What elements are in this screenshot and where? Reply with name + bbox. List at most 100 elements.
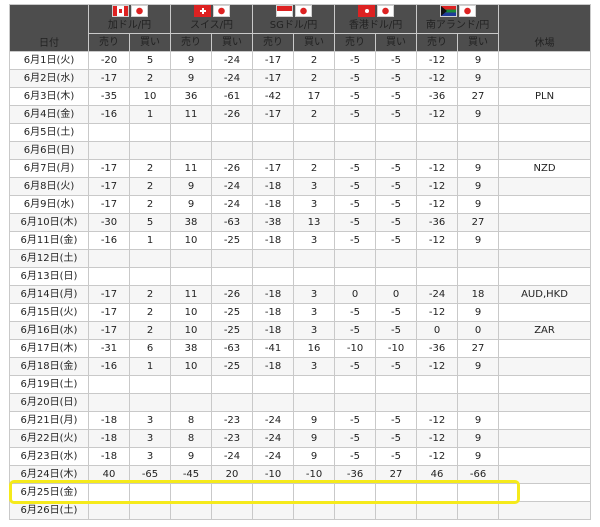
buy-value-cell bbox=[293, 393, 336, 412]
buy-value-cell: -26 bbox=[210, 159, 254, 178]
buy-value-cell: 2 bbox=[129, 303, 171, 322]
sell-value-cell: -36 bbox=[416, 87, 459, 106]
sell-value-cell: -17 bbox=[88, 69, 130, 88]
sell-value-cell: 11 bbox=[170, 285, 212, 304]
table-row: 6月18日(金) -16 1 10 -25 -18 3 -5 -5 -12 9 bbox=[9, 357, 592, 376]
buy-value-cell: 2 bbox=[293, 159, 336, 178]
buy-value-cell: -5 bbox=[375, 87, 418, 106]
currency-header-chf: スイス/円 bbox=[169, 4, 254, 34]
buy-header: 買い bbox=[210, 33, 254, 52]
table-row: 6月16日(水) -17 2 10 -25 -18 3 -5 -5 0 0 ZAR bbox=[9, 321, 592, 340]
sell-value-cell: -5 bbox=[334, 303, 377, 322]
buy-value-cell: -24 bbox=[210, 51, 254, 70]
buy-value-cell: 2 bbox=[293, 69, 336, 88]
sell-value-cell: -18 bbox=[252, 357, 295, 376]
sell-value-cell: -12 bbox=[416, 303, 459, 322]
buy-value-cell: 27 bbox=[457, 213, 500, 232]
buy-value-cell: 3 bbox=[129, 411, 171, 430]
sell-value-cell: 46 bbox=[416, 465, 459, 484]
buy-value-cell: -24 bbox=[210, 195, 254, 214]
date-column-header: 日付 bbox=[9, 4, 89, 52]
buy-value-cell: -66 bbox=[457, 465, 500, 484]
table-row: 6月26日(土) bbox=[9, 501, 592, 520]
buy-value-cell bbox=[375, 393, 418, 412]
sell-value-cell: -12 bbox=[416, 105, 459, 124]
sell-value-cell bbox=[252, 249, 295, 268]
buy-value-cell bbox=[129, 123, 171, 142]
date-cell: 6月1日(火) bbox=[9, 51, 89, 70]
buy-value-cell: 9 bbox=[457, 447, 500, 466]
buy-value-cell: 3 bbox=[129, 429, 171, 448]
sell-value-cell bbox=[170, 483, 212, 502]
table-row: 6月24日(木) 40 -65 -45 20 -10 -10 -36 27 46 -66 bbox=[9, 465, 592, 484]
sell-value-cell: -17 bbox=[252, 51, 295, 70]
buy-value-cell: 3 bbox=[293, 303, 336, 322]
sell-value-cell: -18 bbox=[252, 303, 295, 322]
sell-value-cell: 36 bbox=[170, 87, 212, 106]
currency-header-hkd: 香港ドル/円 bbox=[334, 4, 418, 34]
buy-value-cell: 2 bbox=[129, 321, 171, 340]
buy-value-cell bbox=[375, 123, 418, 142]
buy-value-cell: 9 bbox=[293, 429, 336, 448]
sell-header: 売り bbox=[334, 33, 377, 52]
sell-value-cell bbox=[334, 501, 377, 520]
table-row: 6月8日(火) -17 2 9 -24 -18 3 -5 -5 -12 9 bbox=[9, 177, 592, 196]
sell-value-cell bbox=[252, 501, 295, 520]
sell-value-cell: -35 bbox=[88, 87, 130, 106]
buy-value-cell: 16 bbox=[293, 339, 336, 358]
sell-value-cell: -5 bbox=[334, 195, 377, 214]
sell-value-cell: -5 bbox=[334, 51, 377, 70]
sell-value-cell: 11 bbox=[170, 159, 212, 178]
sell-value-cell bbox=[88, 123, 130, 142]
sell-value-cell: 9 bbox=[170, 195, 212, 214]
table-row: 6月2日(水) -17 2 9 -24 -17 2 -5 -5 -12 9 bbox=[9, 69, 592, 88]
table-row: 6月19日(土) bbox=[9, 375, 592, 394]
buy-value-cell: -23 bbox=[210, 411, 254, 430]
buy-value-cell bbox=[375, 501, 418, 520]
table-row: 6月5日(土) bbox=[9, 123, 592, 142]
sell-value-cell: -5 bbox=[334, 69, 377, 88]
buy-header: 買い bbox=[293, 33, 336, 52]
sell-value-cell: -16 bbox=[88, 357, 130, 376]
sell-value-cell: -5 bbox=[334, 213, 377, 232]
date-cell: 6月5日(土) bbox=[9, 123, 89, 142]
sell-value-cell bbox=[416, 483, 459, 502]
date-cell: 6月14日(月) bbox=[9, 285, 89, 304]
buy-value-cell bbox=[210, 501, 254, 520]
buy-value-cell bbox=[129, 375, 171, 394]
holiday-cell: NZD bbox=[498, 159, 592, 178]
sell-value-cell bbox=[334, 483, 377, 502]
buy-value-cell bbox=[129, 393, 171, 412]
holiday-cell bbox=[498, 303, 592, 322]
date-cell: 6月22日(火) bbox=[9, 429, 89, 448]
buy-value-cell: 6 bbox=[129, 339, 171, 358]
holiday-cell bbox=[498, 393, 592, 412]
holiday-cell bbox=[498, 51, 592, 70]
holiday-cell bbox=[498, 195, 592, 214]
currency-label: 南アランド/円 bbox=[425, 20, 490, 31]
buy-value-cell: -5 bbox=[375, 195, 418, 214]
buy-value-cell: -63 bbox=[210, 213, 254, 232]
buy-value-cell: 27 bbox=[375, 465, 418, 484]
currency-header-zar: 南アランド/円 bbox=[416, 4, 500, 34]
buy-value-cell: 27 bbox=[457, 87, 500, 106]
holiday-cell bbox=[498, 105, 592, 124]
table-row: 6月9日(水) -17 2 9 -24 -18 3 -5 -5 -12 9 bbox=[9, 195, 592, 214]
date-cell: 6月3日(木) bbox=[9, 87, 89, 106]
buy-value-cell: -5 bbox=[375, 303, 418, 322]
buy-value-cell: -5 bbox=[375, 213, 418, 232]
sell-value-cell: 0 bbox=[416, 321, 459, 340]
singapore-flag-icon bbox=[275, 5, 293, 17]
sell-value-cell: -12 bbox=[416, 429, 459, 448]
buy-value-cell: 9 bbox=[457, 303, 500, 322]
buy-value-cell bbox=[457, 483, 500, 502]
sell-value-cell bbox=[334, 141, 377, 160]
buy-header: 買い bbox=[129, 33, 171, 52]
sell-value-cell bbox=[88, 483, 130, 502]
sell-value-cell: -17 bbox=[252, 105, 295, 124]
buy-value-cell: 3 bbox=[129, 447, 171, 466]
date-cell: 6月11日(金) bbox=[9, 231, 89, 250]
sell-value-cell: -5 bbox=[334, 87, 377, 106]
buy-value-cell bbox=[210, 249, 254, 268]
sell-value-cell: 8 bbox=[170, 429, 212, 448]
